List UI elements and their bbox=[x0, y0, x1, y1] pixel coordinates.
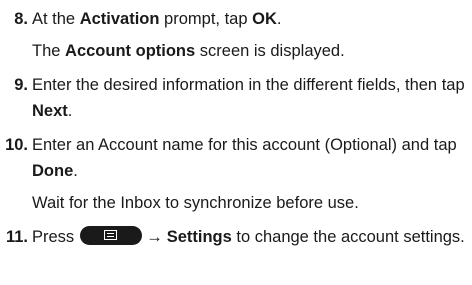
step-note: Wait for the Inbox to synchronize before… bbox=[32, 194, 359, 212]
settings-label: Settings bbox=[166, 228, 232, 246]
account-options-label: Account options bbox=[65, 42, 196, 60]
step-text: Enter the desired information in the dif… bbox=[32, 76, 465, 120]
step-10: 10. Enter an Account name for this accou… bbox=[0, 132, 470, 216]
step-text: Press → Settings to change the account set… bbox=[32, 226, 465, 246]
step-number: 10. bbox=[5, 136, 28, 154]
activation-label: Activation bbox=[79, 10, 160, 28]
menu-key-icon bbox=[80, 226, 143, 245]
ok-label: OK bbox=[252, 10, 277, 28]
step-number: 11. bbox=[5, 228, 28, 246]
menu-glyph-icon bbox=[104, 230, 118, 240]
step-text: At the Activation prompt, tap OK. bbox=[32, 10, 282, 28]
step-note: The Account options screen is displayed. bbox=[32, 42, 345, 60]
arrow-icon: → bbox=[146, 228, 163, 246]
step-9: 9. Enter the desired information in the … bbox=[0, 72, 470, 124]
step-11: 11. Press → Settings to change the account… bbox=[0, 224, 470, 250]
step-text: Enter an Account name for this account (… bbox=[32, 136, 457, 180]
done-label: Done bbox=[32, 162, 74, 180]
step-number: 8. bbox=[14, 10, 28, 28]
next-label: Next bbox=[32, 102, 68, 120]
step-8: 8. At the Activation prompt, tap OK. The… bbox=[0, 6, 470, 64]
step-number: 9. bbox=[14, 76, 28, 94]
instruction-list: 8. At the Activation prompt, tap OK. The… bbox=[0, 6, 470, 252]
